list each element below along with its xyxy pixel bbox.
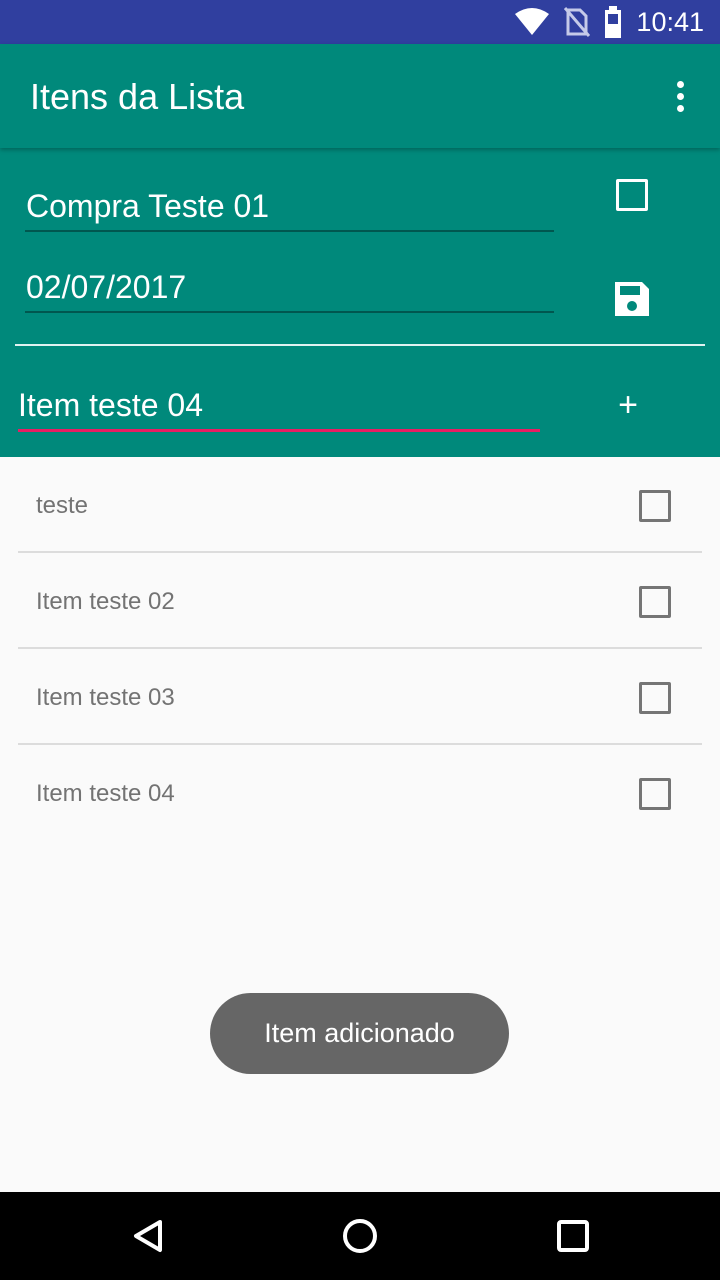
- more-vert-icon[interactable]: [664, 76, 696, 116]
- list-done-checkbox[interactable]: [616, 179, 648, 211]
- list-item[interactable]: Item teste 02: [18, 553, 702, 649]
- new-item-input[interactable]: Item teste 04: [18, 384, 540, 432]
- item-label: Item teste 03: [36, 684, 175, 711]
- item-checkbox[interactable]: [639, 490, 671, 522]
- recents-icon[interactable]: [551, 1214, 595, 1258]
- item-checkbox[interactable]: [639, 778, 671, 810]
- item-checkbox[interactable]: [639, 586, 671, 618]
- app-title: Itens da Lista: [30, 76, 245, 117]
- item-label: Item teste 04: [36, 780, 175, 807]
- toast-message: Item adicionado: [210, 993, 509, 1074]
- overflow-dot: [676, 92, 684, 100]
- list-item[interactable]: Item teste 04: [18, 745, 702, 841]
- home-icon[interactable]: [338, 1214, 382, 1258]
- status-time: 10:41: [636, 6, 704, 37]
- navigation-bar: [0, 1192, 720, 1280]
- app-bar: Itens da Lista: [0, 44, 720, 148]
- no-sim-icon: [564, 7, 591, 37]
- list-item[interactable]: Item teste 03: [18, 649, 702, 745]
- status-icons: 10:41: [514, 0, 704, 44]
- header-divider: [15, 344, 705, 346]
- list-name-field[interactable]: Compra Teste 01: [25, 186, 554, 232]
- battery-icon: [605, 6, 622, 38]
- save-icon[interactable]: [612, 279, 652, 319]
- item-checkbox[interactable]: [639, 682, 671, 714]
- add-item-button[interactable]: +: [604, 381, 652, 429]
- status-bar: 10:41: [0, 0, 720, 44]
- item-label: teste: [36, 492, 89, 519]
- list-header-panel: Compra Teste 01 02/07/2017 Item teste 04…: [0, 148, 720, 457]
- wifi-icon: [515, 8, 550, 35]
- list-item[interactable]: teste: [18, 457, 702, 553]
- item-label: Item teste 02: [36, 588, 175, 615]
- back-icon[interactable]: [126, 1214, 170, 1258]
- list-date-field[interactable]: 02/07/2017: [25, 267, 554, 313]
- items-list: teste Item teste 02 Item teste 03 Item t…: [18, 457, 702, 841]
- overflow-dot: [676, 80, 684, 88]
- overflow-dot: [676, 104, 684, 112]
